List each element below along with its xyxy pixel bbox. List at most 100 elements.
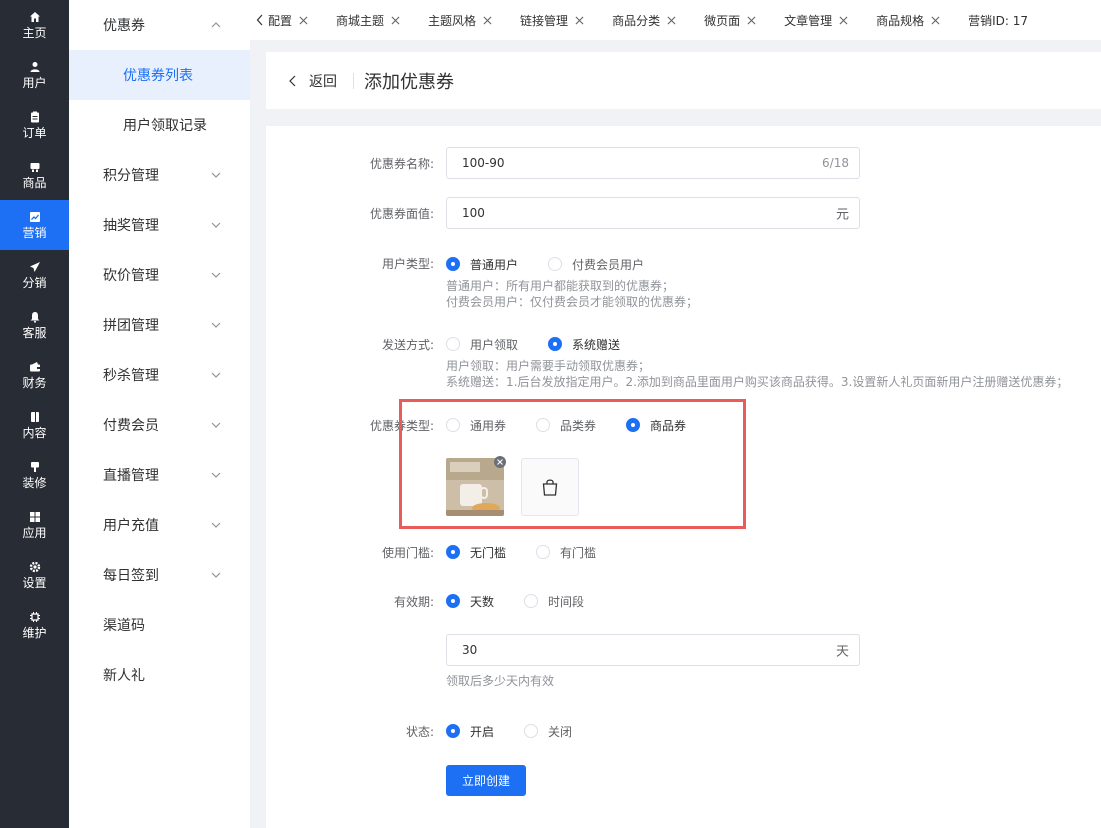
nav-item-distribution[interactable]: 分销 (0, 250, 69, 300)
nav-label: 应用 (22, 526, 47, 540)
submenu-item-newcomer-gift[interactable]: 新人礼 (69, 650, 250, 700)
add-product-button[interactable] (521, 458, 579, 516)
radio-dot[interactable] (536, 418, 551, 432)
radio-normal-user[interactable]: 普通用户 (446, 256, 518, 273)
radio-system-gift[interactable]: 系统赠送 (548, 336, 620, 353)
chevron-left-icon[interactable] (252, 0, 268, 40)
close-icon[interactable] (667, 16, 676, 25)
submenu-item-coupon-list[interactable]: 优惠券列表 (69, 50, 250, 100)
submenu-item-points[interactable]: 积分管理 (69, 150, 250, 200)
shopping-bag-icon (542, 479, 558, 496)
radio-label: 天数 (470, 594, 495, 609)
submenu-item-checkin[interactable]: 每日签到 (69, 550, 250, 600)
tab-config[interactable]: 配置 (268, 0, 308, 40)
radio-dot[interactable] (524, 724, 539, 738)
radio-dot[interactable] (536, 545, 551, 559)
radio-no-threshold[interactable]: 无门槛 (446, 544, 506, 561)
nav-item-settings[interactable]: 设置 (0, 550, 69, 600)
radio-dot[interactable] (626, 418, 641, 432)
tab-micro-page[interactable]: 微页面 (704, 0, 756, 40)
tab-product-spec[interactable]: 商品规格 (876, 0, 940, 40)
submenu-item-lottery[interactable]: 抽奖管理 (69, 200, 250, 250)
coupon-name-input[interactable]: 100-90 6/18 (446, 147, 860, 179)
tab-label: 微页面 (704, 13, 741, 28)
close-icon[interactable] (747, 16, 756, 25)
help-line: 普通用户：所有用户都能获取到的优惠券； (446, 279, 675, 293)
nav-item-user[interactable]: 用户 (0, 50, 69, 100)
remove-image-button[interactable] (494, 456, 506, 468)
coupon-name-label: 优惠券名称: (369, 157, 434, 171)
nav-item-service[interactable]: 客服 (0, 300, 69, 350)
submenu-item-group-buy[interactable]: 拼团管理 (69, 300, 250, 350)
radio-dot[interactable] (446, 545, 460, 559)
submenu-label: 每日签到 (103, 568, 159, 584)
back-button[interactable]: 返回 (288, 71, 337, 91)
submenu-item-claim-records[interactable]: 用户领取记录 (69, 100, 250, 150)
submenu-label: 抽奖管理 (103, 218, 159, 234)
radio-dot[interactable] (446, 724, 460, 738)
radio-general-coupon[interactable]: 通用券 (446, 417, 506, 434)
radio-dot[interactable] (446, 257, 460, 271)
nav-item-finance[interactable]: 财务 (0, 350, 69, 400)
nav-item-product[interactable]: 商品 (0, 150, 69, 200)
nav-item-decorate[interactable]: 装修 (0, 450, 69, 500)
chevron-down-icon (211, 272, 221, 278)
radio-product-coupon[interactable]: 商品券 (626, 417, 686, 434)
submenu-item-flash-sale[interactable]: 秒杀管理 (69, 350, 250, 400)
wallet-icon (28, 360, 42, 374)
submenu-item-live[interactable]: 直播管理 (69, 450, 250, 500)
nav-label: 营销 (22, 226, 47, 240)
nav-label: 订单 (22, 126, 47, 140)
char-count: 6/18 (822, 156, 849, 170)
tab-mall-theme[interactable]: 商城主题 (336, 0, 400, 40)
radio-dot[interactable] (446, 418, 460, 432)
coupon-form: 优惠券名称: 100-90 6/18 优惠券面值: 100 元 用户类型: 普通… (266, 126, 1101, 828)
tab-theme-style[interactable]: 主题风格 (428, 0, 492, 40)
tab-label: 商品规格 (876, 13, 925, 28)
radio-days[interactable]: 天数 (446, 593, 494, 610)
submenu-item-paid-member[interactable]: 付费会员 (69, 400, 250, 450)
validity-days-input[interactable]: 30 天 (446, 634, 860, 666)
nav-item-apps[interactable]: 应用 (0, 500, 69, 550)
radio-dot[interactable] (548, 337, 563, 351)
submenu-label: 用户充值 (103, 518, 159, 534)
nav-item-marketing[interactable]: 营销 (0, 200, 69, 250)
radio-enabled[interactable]: 开启 (446, 723, 494, 740)
nav-item-order[interactable]: 订单 (0, 100, 69, 150)
tab-link-manage[interactable]: 链接管理 (520, 0, 584, 40)
submenu-label: 用户领取记录 (123, 118, 207, 134)
nav-item-maintain[interactable]: 维护 (0, 600, 69, 650)
book-icon (28, 410, 42, 424)
submenu-group-coupon[interactable]: 优惠券 (69, 0, 250, 50)
radio-label: 用户领取 (470, 337, 519, 352)
submenu-item-bargain[interactable]: 砍价管理 (69, 250, 250, 300)
nav-item-home[interactable]: 主页 (0, 0, 69, 50)
radio-category-coupon[interactable]: 品类券 (536, 417, 596, 434)
submenu-item-recharge[interactable]: 用户充值 (69, 500, 250, 550)
radio-dot[interactable] (548, 257, 563, 271)
help-line: 系统赠送：1.后台发放指定用户。2.添加到商品里面用户购买该商品获得。3.设置新… (446, 375, 1069, 389)
tab-product-category[interactable]: 商品分类 (612, 0, 676, 40)
radio-has-threshold[interactable]: 有门槛 (536, 544, 596, 561)
close-icon[interactable] (299, 16, 308, 25)
close-icon[interactable] (575, 16, 584, 25)
radio-dot[interactable] (446, 337, 460, 351)
radio-paid-member[interactable]: 付费会员用户 (548, 256, 644, 273)
radio-dot[interactable] (524, 594, 539, 608)
submenu-item-channel-code[interactable]: 渠道码 (69, 600, 250, 650)
tab-marketing-id[interactable]: 营销ID: 17 (968, 0, 1028, 40)
order-icon (28, 110, 42, 124)
radio-disabled[interactable]: 关闭 (524, 723, 572, 740)
threshold-radios: 无门槛 有门槛 (446, 544, 626, 560)
radio-dot[interactable] (446, 594, 460, 608)
nav-item-content[interactable]: 内容 (0, 400, 69, 450)
tab-article-manage[interactable]: 文章管理 (784, 0, 848, 40)
close-icon[interactable] (839, 16, 848, 25)
radio-time-range[interactable]: 时间段 (524, 593, 584, 610)
close-icon[interactable] (391, 16, 400, 25)
close-icon[interactable] (931, 16, 940, 25)
close-icon[interactable] (483, 16, 492, 25)
create-button[interactable]: 立即创建 (446, 765, 526, 796)
coupon-face-input[interactable]: 100 元 (446, 197, 860, 229)
radio-user-claim[interactable]: 用户领取 (446, 336, 518, 353)
